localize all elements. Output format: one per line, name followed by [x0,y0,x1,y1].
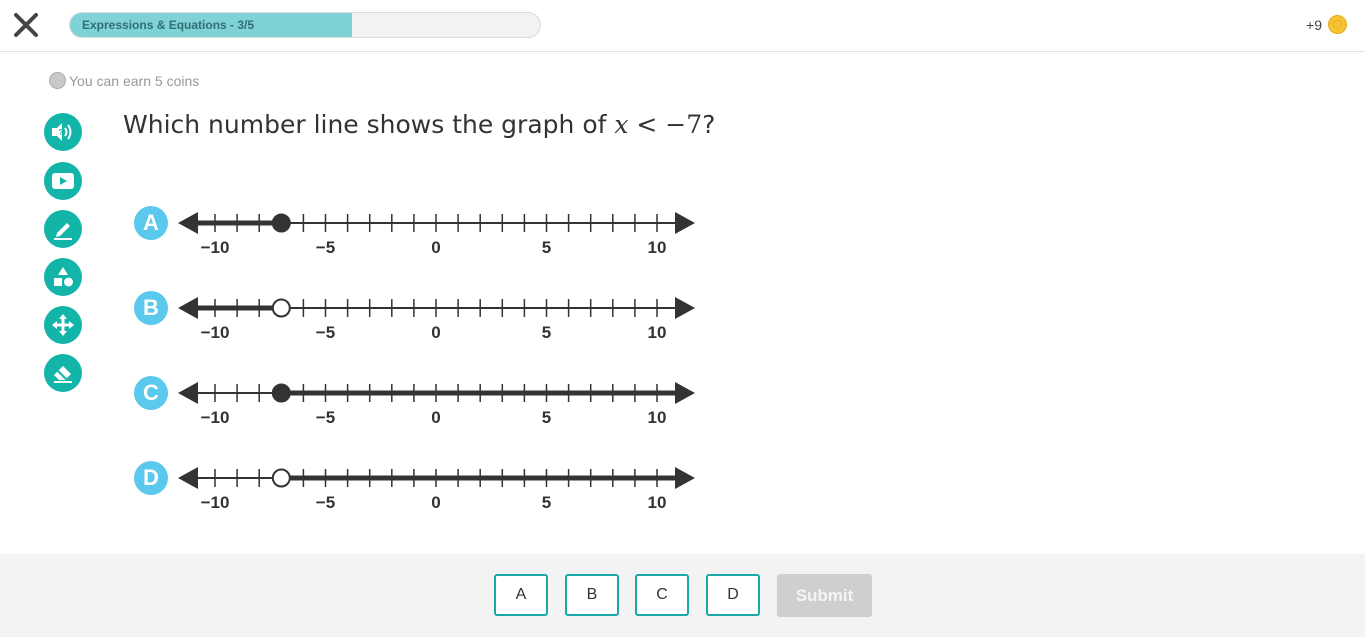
number-line-d: −10 −5 0 5 10 [178,467,695,512]
tick-label: 10 [648,323,667,342]
tick-label: −5 [316,238,335,257]
shapes-button[interactable] [44,258,82,296]
shapes-icon [54,267,73,287]
tick-label: 0 [431,238,440,257]
play-icon [52,173,74,189]
eraser-icon [54,366,72,383]
right-arrow [675,297,695,319]
answer-c-button[interactable]: C [635,574,689,616]
option-b-badge[interactable]: B [134,291,168,325]
tick-label: 5 [542,408,551,427]
inequality: x < −7 [614,110,702,139]
progress-label: Expressions & Equations - 3/5 [82,18,255,32]
tick-label: 5 [542,238,551,257]
speaker-icon: ? [52,123,72,141]
tick-label: −10 [201,493,230,512]
tick-label: −10 [201,323,230,342]
question-prefix: Which number line shows the graph of [123,110,615,139]
option-c-badge[interactable]: C [134,376,168,410]
earn-coins-text: You can earn 5 coins [69,72,200,89]
coin-count: +9 [1306,16,1322,33]
coin-counter: +9 [1306,15,1347,34]
earn-coins-note: You can earn 5 coins [49,72,199,89]
left-arrow [178,382,198,404]
left-arrow [178,467,198,489]
move-icon [52,314,74,336]
closed-endpoint [271,213,291,233]
audio-help-button[interactable]: ? [44,113,82,151]
tick-label: −10 [201,238,230,257]
right-arrow [675,212,695,234]
tick-label: 5 [542,323,551,342]
question-text: Which number line shows the graph of x <… [123,110,715,139]
inequality-variable: x [614,110,629,139]
number-line-a: −10 −5 0 5 10 [178,212,695,257]
close-icon [14,13,38,37]
tick-label: −5 [316,408,335,427]
tick-label: 10 [648,493,667,512]
question-suffix: ? [702,110,716,139]
tick-label: −5 [316,493,335,512]
tick-label: 0 [431,323,440,342]
pencil-button[interactable] [44,210,82,248]
move-button[interactable] [44,306,82,344]
close-button[interactable] [12,11,40,39]
tick-label: 0 [431,408,440,427]
submit-button[interactable]: Submit [777,574,872,617]
number-line-b: −10 −5 0 5 10 [178,297,695,342]
open-endpoint [271,468,291,488]
closed-endpoint [271,383,291,403]
answer-d-button[interactable]: D [706,574,760,616]
coin-icon [49,72,66,89]
eraser-button[interactable] [44,354,82,392]
tick-label: −5 [316,323,335,342]
option-d-badge[interactable]: D [134,461,168,495]
video-button[interactable] [44,162,82,200]
tick-label: 5 [542,493,551,512]
open-endpoint [271,298,291,318]
tick-label: 10 [648,238,667,257]
tick-label: 10 [648,408,667,427]
answer-footer: A B C D Submit [0,554,1365,637]
answer-a-button[interactable]: A [494,574,548,616]
top-bar: Expressions & Equations - 3/5 +9 [0,0,1365,52]
inequality-relation: < −7 [628,110,703,139]
pencil-icon [54,223,72,240]
tick-label: −10 [201,408,230,427]
progress-bar: Expressions & Equations - 3/5 [69,12,541,38]
number-line-c: −10 −5 0 5 10 [178,382,695,427]
svg-text:?: ? [59,128,64,137]
tick-label: 0 [431,493,440,512]
answer-b-button[interactable]: B [565,574,619,616]
option-a-badge[interactable]: A [134,206,168,240]
coin-icon [1328,15,1347,34]
